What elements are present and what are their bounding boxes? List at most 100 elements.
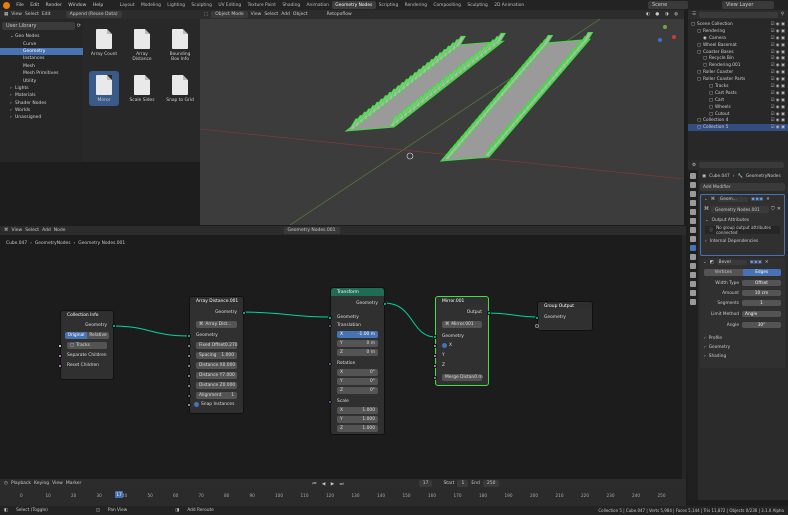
- merge-distance-field[interactable]: Merge Distan 0 m: [442, 374, 483, 381]
- world-tab-icon[interactable]: [690, 218, 696, 224]
- vector-component-field[interactable]: X 0°: [337, 369, 378, 376]
- material-tab-icon[interactable]: [690, 290, 696, 296]
- vector-component-field[interactable]: X 1.000: [337, 407, 378, 414]
- workspace-tab[interactable]: 2D Animation: [491, 1, 527, 9]
- axis-socket[interactable]: [433, 353, 437, 358]
- workspace-tab[interactable]: Geometry Nodes: [332, 1, 376, 9]
- catalog-item[interactable]: Mesh Primitives: [0, 70, 83, 77]
- ab-edit-menu[interactable]: Edit: [42, 12, 51, 17]
- library-dropdown[interactable]: User Library: [2, 22, 75, 30]
- ne-view-menu[interactable]: View: [12, 228, 23, 233]
- visibility-icons[interactable]: ☑ ◉ ▣: [771, 70, 788, 75]
- catalog-item[interactable]: › Lights: [0, 85, 83, 92]
- workspace-tab[interactable]: Layout: [116, 1, 137, 9]
- bevel-name-field[interactable]: Bevel: [716, 259, 747, 265]
- tool-tab-icon[interactable]: [690, 173, 696, 179]
- physics-tab-icon[interactable]: [690, 263, 696, 269]
- visibility-icons[interactable]: ☑ ◉ ▣: [771, 77, 788, 82]
- merge-distance-socket[interactable]: [433, 375, 437, 380]
- workspace-tab[interactable]: Sculpting: [188, 1, 215, 9]
- node-title[interactable]: Array Distance.001: [190, 297, 243, 305]
- affect-edges-button[interactable]: Edges: [742, 269, 781, 276]
- visibility-icons[interactable]: ☑ ◉ ▣: [771, 125, 788, 130]
- menu-edit[interactable]: Edit: [27, 3, 42, 8]
- ne-select-menu[interactable]: Select: [25, 228, 39, 233]
- visibility-icons[interactable]: ☑ ◉ ▣: [771, 105, 788, 110]
- outliner-item[interactable]: ◉ Camera ☑ ◉ ▣: [688, 35, 788, 42]
- array-distance-node[interactable]: Array Distance.001 Geometry ⌘ Array Dist.…: [187, 296, 246, 414]
- outliner-item[interactable]: ▢ Cart ☑ ◉ ▣: [688, 97, 788, 104]
- workspace-tab[interactable]: UV Editing: [215, 1, 244, 9]
- array-input-field[interactable]: Fixed Offset 0.270: [196, 342, 238, 349]
- bevel-subpanel[interactable]: › Shading: [700, 352, 785, 361]
- asset-tile[interactable]: Array Distance: [127, 25, 157, 65]
- filter-icon[interactable]: ⚲: [781, 12, 784, 17]
- translation-socket[interactable]: [328, 323, 332, 328]
- array-input-field[interactable]: Alignment 1: [196, 392, 237, 399]
- ne-add-menu[interactable]: Add: [42, 228, 51, 233]
- properties-editor-icon[interactable]: ⚙: [692, 163, 696, 168]
- collapse-chevron-icon[interactable]: ⌄: [703, 260, 707, 265]
- vector-component-field[interactable]: Z 0 m: [337, 349, 378, 356]
- menu-help[interactable]: Help: [90, 3, 107, 8]
- node-title[interactable]: Collection Info: [61, 311, 113, 319]
- vector-component-field[interactable]: X -1.00 m: [337, 331, 378, 338]
- transform-node[interactable]: Transform Geometry Geometry Translation …: [328, 287, 387, 435]
- visibility-icons[interactable]: ☑ ◉ ▣: [771, 84, 788, 89]
- input-socket[interactable]: [187, 363, 191, 368]
- catalog-item[interactable]: Curve: [0, 40, 83, 47]
- checkbox-icon[interactable]: [194, 402, 199, 407]
- geometry-input-socket[interactable]: [535, 315, 539, 320]
- asset-tile[interactable]: Scale Sides: [127, 71, 157, 106]
- visibility-icons[interactable]: ☑ ◉ ▣: [771, 56, 788, 61]
- asset-tile[interactable]: Array Count: [89, 25, 119, 60]
- view-layer-tab-icon[interactable]: [690, 200, 696, 206]
- visibility-icons[interactable]: ☑ ◉ ▣: [771, 112, 788, 117]
- vp-object-menu[interactable]: Object: [293, 12, 308, 17]
- visibility-icons[interactable]: ☑ ◉ ▣: [771, 22, 788, 27]
- input-socket[interactable]: [187, 383, 191, 388]
- visibility-icons[interactable]: ☑ ◉ ▣: [771, 29, 788, 34]
- view-layer-name[interactable]: View Layer: [722, 1, 774, 9]
- relative-toggle[interactable]: Relative: [87, 332, 109, 339]
- delete-modifier-icon[interactable]: ✕: [765, 260, 769, 265]
- outliner-item[interactable]: ▢ Roller Coaster Parts ☑ ◉ ▣: [688, 76, 788, 83]
- visibility-icons[interactable]: ☑ ◉ ▣: [771, 63, 788, 68]
- outliner-item[interactable]: ▢ Roller Coaster ☑ ◉ ▣: [688, 69, 788, 76]
- refresh-icon[interactable]: ⟳: [77, 23, 81, 29]
- collection-field[interactable]: ▢ Tracks: [67, 342, 107, 349]
- vector-component-field[interactable]: Y 0 m: [337, 340, 378, 347]
- visibility-icons[interactable]: ☑ ◉ ▣: [771, 50, 788, 55]
- playhead[interactable]: 17: [115, 491, 123, 498]
- workspace-tab[interactable]: Modeling: [138, 1, 164, 9]
- group-output-node[interactable]: Group Output Geometry: [535, 301, 593, 331]
- node-title[interactable]: Transform: [331, 288, 384, 296]
- menu-window[interactable]: Window: [65, 3, 90, 8]
- modifier-name-field[interactable]: Geom...: [717, 196, 748, 202]
- separate-children-socket[interactable]: [58, 353, 62, 358]
- node-group-selector[interactable]: Geometry Nodes.001: [711, 205, 770, 213]
- node-editor[interactable]: Cube.047 › GeometryNodes › Geometry Nodes.…: [0, 235, 686, 479]
- navigation-gizmo-icon[interactable]: [654, 25, 676, 47]
- data-tab-icon[interactable]: [690, 281, 696, 287]
- original-toggle[interactable]: Original: [65, 332, 87, 339]
- ab-view-menu[interactable]: View: [11, 12, 22, 17]
- outliner-item[interactable]: ▢ Rendering.001 ☑ ◉ ▣: [688, 62, 788, 69]
- reset-children-socket[interactable]: [58, 363, 62, 368]
- add-modifier-button[interactable]: Add Modifier: [700, 183, 785, 191]
- visibility-icons[interactable]: ☑ ◉ ▣: [771, 43, 788, 48]
- expand-chevron-icon[interactable]: ›: [705, 239, 707, 244]
- expand-chevron-icon[interactable]: ⌄: [705, 218, 709, 223]
- workspace-tab[interactable]: Rendering: [401, 1, 430, 9]
- outliner-item[interactable]: ▢ Scene Collection ☑ ◉ ▣: [688, 21, 788, 28]
- workspace-tab[interactable]: Scripting: [376, 1, 402, 9]
- affect-vertices-button[interactable]: Vertices: [704, 269, 743, 276]
- catalog-item[interactable]: Mesh: [0, 63, 83, 70]
- bevel-field-value[interactable]: Offset: [742, 280, 781, 286]
- mirror-axis-row[interactable]: Z: [442, 362, 482, 369]
- bevel-subpanel[interactable]: › Geometry: [700, 343, 785, 352]
- empty-socket[interactable]: [535, 324, 539, 328]
- snap-instances-checkbox[interactable]: Snap Instances: [194, 402, 234, 407]
- node-tree-selector[interactable]: Geometry Nodes.001: [283, 227, 340, 234]
- snap-instances-socket[interactable]: [187, 403, 191, 407]
